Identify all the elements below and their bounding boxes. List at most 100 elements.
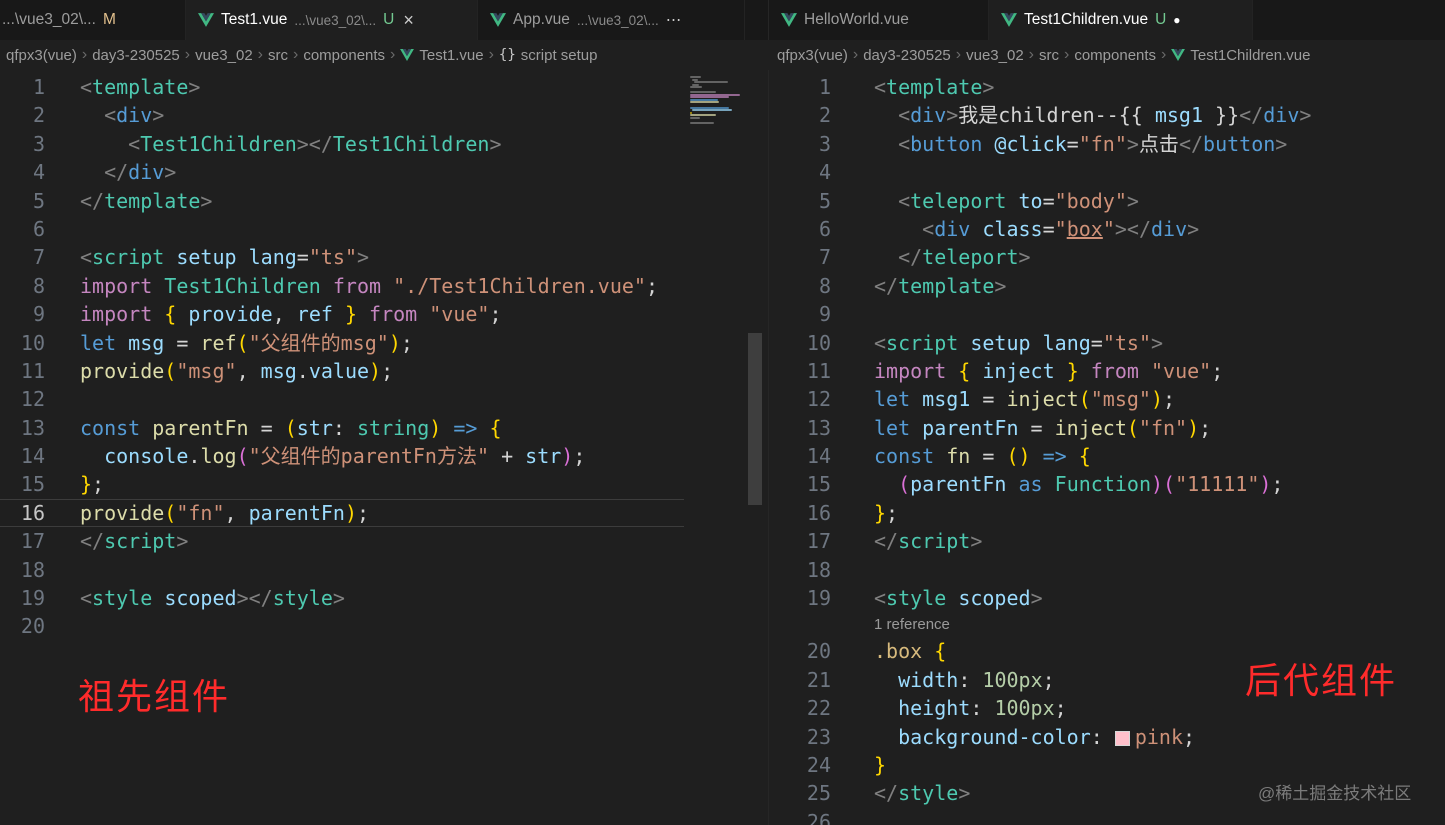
breadcrumb-item[interactable]: {} script setup [499, 47, 598, 64]
code-line[interactable]: 4 [769, 158, 1445, 186]
codelens-references[interactable]: 1 reference [769, 612, 1445, 637]
code-line[interactable]: 13 const parentFn = (str: string) => { [0, 414, 768, 442]
line-number[interactable]: 19 [769, 584, 831, 612]
code-line[interactable]: 18 [0, 556, 768, 584]
line-number[interactable]: 9 [769, 300, 831, 328]
line-number[interactable]: 5 [769, 187, 831, 215]
code-line[interactable]: 23 background-color: pink; [769, 723, 1445, 751]
code-line[interactable]: 15}; [0, 470, 768, 498]
code-text[interactable]: </script> [831, 527, 982, 555]
line-number[interactable]: 6 [769, 215, 831, 243]
code-line[interactable]: 1 <template> [0, 73, 768, 101]
code-line[interactable]: 15 (parentFn as Function)("11111"); [769, 470, 1445, 498]
code-text[interactable]: width: 100px; [831, 666, 1055, 694]
code-text[interactable]: <script setup lang="ts"> [45, 243, 369, 271]
code-text[interactable]: <button @click="fn">点击</button> [831, 130, 1287, 158]
line-number[interactable]: 20 [769, 637, 831, 665]
line-number[interactable]: 4 [0, 158, 45, 186]
code-line[interactable]: 13 let parentFn = inject("fn"); [769, 414, 1445, 442]
line-number[interactable]: 22 [769, 694, 831, 722]
code-text[interactable]: import Test1Children from "./Test1Childr… [45, 272, 658, 300]
code-text[interactable]: .box { [831, 637, 946, 665]
code-text[interactable]: provide("fn", parentFn); [45, 499, 369, 527]
code-text[interactable]: console.log("父组件的parentFn方法" + str); [45, 442, 585, 470]
line-number[interactable]: 20 [0, 612, 45, 640]
line-number[interactable]: 17 [0, 527, 45, 555]
code-text[interactable]: let parentFn = inject("fn"); [831, 414, 1211, 442]
line-number[interactable]: 26 [769, 808, 831, 825]
code-text[interactable] [831, 556, 874, 584]
minimap[interactable] [690, 76, 742, 127]
code-line[interactable]: 14 const fn = () => { [769, 442, 1445, 470]
line-number[interactable]: 8 [0, 272, 45, 300]
breadcrumb-item[interactable]: vue3_02 [195, 47, 253, 64]
code-text[interactable]: <style scoped></style> [45, 584, 345, 612]
code-text[interactable]: <style scoped> [831, 584, 1043, 612]
breadcrumb-item[interactable]: Test1Children.vue [1171, 47, 1310, 64]
code-text[interactable]: let msg1 = inject("msg"); [831, 385, 1175, 413]
code-line[interactable]: 24} [769, 751, 1445, 779]
code-line[interactable]: 5 </template> [0, 187, 768, 215]
code-text[interactable]: }; [831, 499, 898, 527]
line-number[interactable]: 18 [769, 556, 831, 584]
code-line[interactable]: 11 provide("msg", msg.value); [0, 357, 768, 385]
line-number[interactable]: 13 [0, 414, 45, 442]
code-text[interactable]: }; [45, 470, 104, 498]
line-number[interactable]: 9 [0, 300, 45, 328]
code-text[interactable]: <div>我是children--{{ msg1 }}</div> [831, 101, 1311, 129]
code-line[interactable]: 7 <script setup lang="ts"> [0, 243, 768, 271]
line-number[interactable]: 2 [769, 101, 831, 129]
code-text[interactable]: <div class="box"></div> [831, 215, 1199, 243]
code-line[interactable]: 14 console.log("父组件的parentFn方法" + str); [0, 442, 768, 470]
line-number[interactable]: 13 [769, 414, 831, 442]
line-number[interactable]: 17 [769, 527, 831, 555]
code-text[interactable]: <div> [45, 101, 164, 129]
line-number[interactable]: 11 [0, 357, 45, 385]
line-number[interactable]: 3 [769, 130, 831, 158]
line-number[interactable]: 15 [0, 470, 45, 498]
code-text[interactable] [45, 385, 80, 413]
line-number[interactable]: 24 [769, 751, 831, 779]
code-text[interactable] [45, 215, 80, 243]
code-text[interactable] [45, 556, 80, 584]
code-text[interactable]: const fn = () => { [831, 442, 1091, 470]
line-number[interactable]: 14 [769, 442, 831, 470]
code-line[interactable]: 19 <style scoped> [769, 584, 1445, 612]
line-number[interactable]: 7 [769, 243, 831, 271]
code-text[interactable]: </template> [831, 272, 1006, 300]
code-line[interactable]: 18 [769, 556, 1445, 584]
code-text[interactable]: </template> [45, 187, 212, 215]
breadcrumb-item[interactable]: Test1.vue [400, 47, 484, 64]
code-text[interactable]: import { provide, ref } from "vue"; [45, 300, 502, 328]
line-number[interactable]: 25 [769, 779, 831, 807]
line-number[interactable]: 16 [769, 499, 831, 527]
code-line[interactable]: 2 <div> [0, 101, 768, 129]
line-number[interactable]: 21 [769, 666, 831, 694]
code-text[interactable]: <script setup lang="ts"> [831, 329, 1163, 357]
code-text[interactable]: <template> [831, 73, 994, 101]
code-line[interactable]: 5 <teleport to="body"> [769, 187, 1445, 215]
scrollbar-thumb[interactable] [748, 333, 762, 505]
code-line[interactable]: 17 </script> [769, 527, 1445, 555]
line-number[interactable]: 12 [0, 385, 45, 413]
code-text[interactable]: </teleport> [831, 243, 1030, 271]
line-number[interactable]: 4 [769, 158, 831, 186]
code-line[interactable]: 12 let msg1 = inject("msg"); [769, 385, 1445, 413]
code-line[interactable]: 7 </teleport> [769, 243, 1445, 271]
tab-partial-file[interactable]: ...\vue3_02\... M [0, 0, 186, 40]
code-text[interactable]: provide("msg", msg.value); [45, 357, 393, 385]
code-line[interactable]: 16 provide("fn", parentFn); [0, 499, 684, 527]
breadcrumb-item[interactable]: qfpx3(vue) [6, 47, 77, 64]
code-text[interactable]: </script> [45, 527, 188, 555]
code-line[interactable]: 17 </script> [0, 527, 768, 555]
code-line[interactable]: 3 <Test1Children></Test1Children> [0, 130, 768, 158]
code-text[interactable]: } [831, 751, 886, 779]
code-text[interactable]: <template> [45, 73, 200, 101]
tab-actions-icon[interactable]: ⋯ [666, 11, 683, 30]
code-line[interactable]: 1 <template> [769, 73, 1445, 101]
tab-app-vue[interactable]: App.vue ...\vue3_02\... ⋯ [478, 0, 745, 40]
line-number[interactable]: 19 [0, 584, 45, 612]
code-line[interactable]: 6 [0, 215, 768, 243]
code-text[interactable] [45, 612, 80, 640]
line-number[interactable]: 15 [769, 470, 831, 498]
